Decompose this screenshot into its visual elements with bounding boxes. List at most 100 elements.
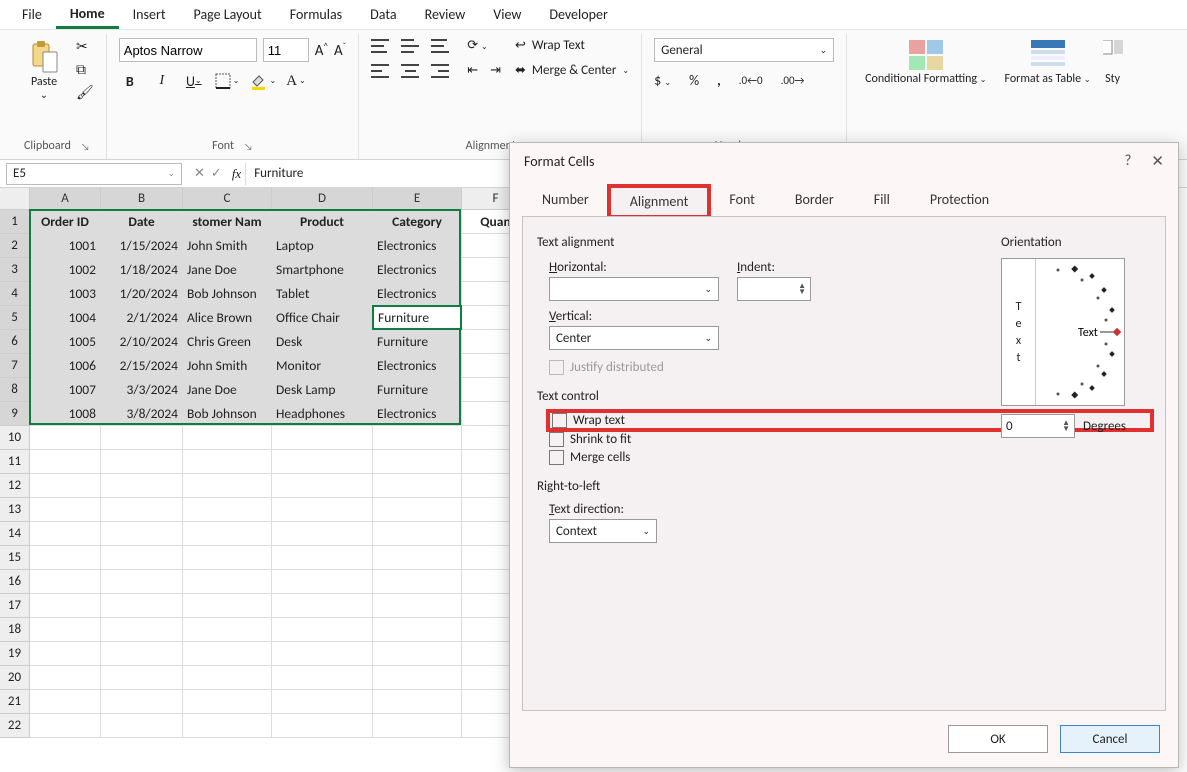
cell[interactable]: 1001 bbox=[30, 234, 101, 258]
cell[interactable]: John Smith bbox=[183, 354, 272, 378]
cell[interactable] bbox=[272, 570, 373, 594]
cell[interactable] bbox=[272, 522, 373, 546]
border-button[interactable]: ⌄ bbox=[215, 73, 240, 89]
row-header[interactable]: 9 bbox=[0, 402, 30, 426]
row-header[interactable]: 13 bbox=[0, 498, 30, 522]
menu-home[interactable]: Home bbox=[56, 1, 119, 29]
cell[interactable]: Electronics bbox=[373, 354, 462, 378]
cell[interactable] bbox=[30, 618, 101, 642]
cell[interactable] bbox=[272, 426, 373, 450]
cell[interactable] bbox=[30, 498, 101, 522]
cell[interactable] bbox=[373, 450, 462, 474]
cell[interactable]: Bob Johnson bbox=[183, 282, 272, 306]
cell[interactable]: Electronics bbox=[373, 282, 462, 306]
orientation-vertical-text[interactable]: Text bbox=[1002, 259, 1036, 405]
cell[interactable]: Chris Green bbox=[183, 330, 272, 354]
cell[interactable] bbox=[101, 498, 183, 522]
fill-color-button[interactable]: ⌄ bbox=[249, 72, 276, 90]
row-header[interactable]: 8 bbox=[0, 378, 30, 402]
row-header[interactable]: 2 bbox=[0, 234, 30, 258]
menu-developer[interactable]: Developer bbox=[535, 2, 621, 27]
row-header[interactable]: 21 bbox=[0, 690, 30, 714]
format-painter-icon[interactable]: 🖌 bbox=[76, 84, 94, 101]
cell[interactable] bbox=[373, 594, 462, 618]
cell[interactable] bbox=[101, 450, 183, 474]
orientation-icon[interactable]: ⟳ ⌄ bbox=[467, 38, 488, 53]
cell[interactable] bbox=[101, 666, 183, 690]
cell[interactable]: 1004 bbox=[30, 306, 101, 330]
cell[interactable] bbox=[183, 474, 272, 498]
cell-grid[interactable]: Order ID Date stomer Nam Product Categor… bbox=[30, 210, 530, 738]
fx-icon[interactable]: fx bbox=[228, 166, 245, 182]
col-header-B[interactable]: B bbox=[101, 188, 183, 210]
row-header[interactable]: 18 bbox=[0, 618, 30, 642]
cell[interactable] bbox=[30, 570, 101, 594]
row-header[interactable]: 4 bbox=[0, 282, 30, 306]
cell[interactable] bbox=[30, 594, 101, 618]
cell[interactable]: stomer Nam bbox=[183, 210, 272, 234]
cell[interactable] bbox=[272, 450, 373, 474]
row-header[interactable]: 10 bbox=[0, 426, 30, 450]
cell[interactable] bbox=[30, 522, 101, 546]
wrap-text-button[interactable]: ↩Wrap Text bbox=[515, 38, 629, 53]
cell[interactable] bbox=[30, 450, 101, 474]
cell[interactable] bbox=[101, 474, 183, 498]
decrease-decimal-button[interactable]: .00→ bbox=[781, 74, 805, 87]
name-box[interactable]: E5⌄ bbox=[6, 163, 182, 185]
tab-alignment[interactable]: Alignment bbox=[609, 186, 710, 217]
font-color-button[interactable]: A⌄ bbox=[286, 73, 306, 90]
cell[interactable] bbox=[101, 642, 183, 666]
cell[interactable] bbox=[101, 594, 183, 618]
cell[interactable]: Date bbox=[101, 210, 183, 234]
cell[interactable] bbox=[30, 546, 101, 570]
cell[interactable]: Alice Brown bbox=[183, 306, 272, 330]
cell[interactable]: Headphones bbox=[272, 402, 373, 426]
merge-cells-checkbox[interactable]: Merge cells bbox=[549, 450, 1151, 465]
tab-protection[interactable]: Protection bbox=[910, 185, 1009, 216]
menu-page-layout[interactable]: Page Layout bbox=[180, 2, 276, 27]
cell[interactable]: 1/18/2024 bbox=[101, 258, 183, 282]
tab-fill[interactable]: Fill bbox=[854, 185, 910, 216]
cell[interactable]: 1006 bbox=[30, 354, 101, 378]
cell[interactable] bbox=[30, 666, 101, 690]
cell[interactable] bbox=[272, 666, 373, 690]
cell-styles-button[interactable]: Sty bbox=[1103, 38, 1123, 88]
enter-formula-icon[interactable]: ✓ bbox=[211, 166, 222, 181]
cell[interactable]: Desk bbox=[272, 330, 373, 354]
help-icon[interactable]: ? bbox=[1124, 152, 1131, 171]
cancel-button[interactable]: Cancel bbox=[1060, 725, 1160, 753]
cell[interactable] bbox=[373, 570, 462, 594]
cell[interactable]: Monitor bbox=[272, 354, 373, 378]
cell[interactable] bbox=[373, 546, 462, 570]
cell[interactable] bbox=[373, 714, 462, 738]
row-header[interactable]: 11 bbox=[0, 450, 30, 474]
cell[interactable] bbox=[183, 690, 272, 714]
menu-insert[interactable]: Insert bbox=[119, 2, 180, 27]
align-top-icon[interactable] bbox=[371, 39, 389, 53]
align-middle-icon[interactable] bbox=[401, 39, 419, 53]
cell[interactable]: 1008 bbox=[30, 402, 101, 426]
cell[interactable]: Bob Johnson bbox=[183, 402, 272, 426]
tab-number[interactable]: Number bbox=[522, 185, 609, 216]
cell[interactable]: 1/15/2024 bbox=[101, 234, 183, 258]
cut-icon[interactable]: ✂ bbox=[76, 38, 94, 55]
cell[interactable]: 1007 bbox=[30, 378, 101, 402]
cell[interactable] bbox=[272, 714, 373, 738]
orientation-control[interactable]: Text Text bbox=[1001, 258, 1125, 406]
align-center-icon[interactable] bbox=[401, 64, 419, 78]
font-launcher-icon[interactable]: ↘ bbox=[244, 140, 253, 153]
cell[interactable]: Laptop bbox=[272, 234, 373, 258]
cell[interactable] bbox=[183, 594, 272, 618]
cell[interactable] bbox=[183, 570, 272, 594]
cell[interactable] bbox=[183, 642, 272, 666]
cell[interactable] bbox=[272, 690, 373, 714]
cell[interactable]: Order ID bbox=[30, 210, 101, 234]
cell[interactable]: Electronics bbox=[373, 258, 462, 282]
row-header[interactable]: 6 bbox=[0, 330, 30, 354]
cell[interactable] bbox=[272, 546, 373, 570]
cell[interactable] bbox=[101, 546, 183, 570]
cell[interactable]: John Smith bbox=[183, 234, 272, 258]
text-direction-select[interactable]: Context⌄ bbox=[549, 519, 657, 543]
copy-icon[interactable]: ⧉ bbox=[76, 61, 94, 78]
cell[interactable]: 1003 bbox=[30, 282, 101, 306]
